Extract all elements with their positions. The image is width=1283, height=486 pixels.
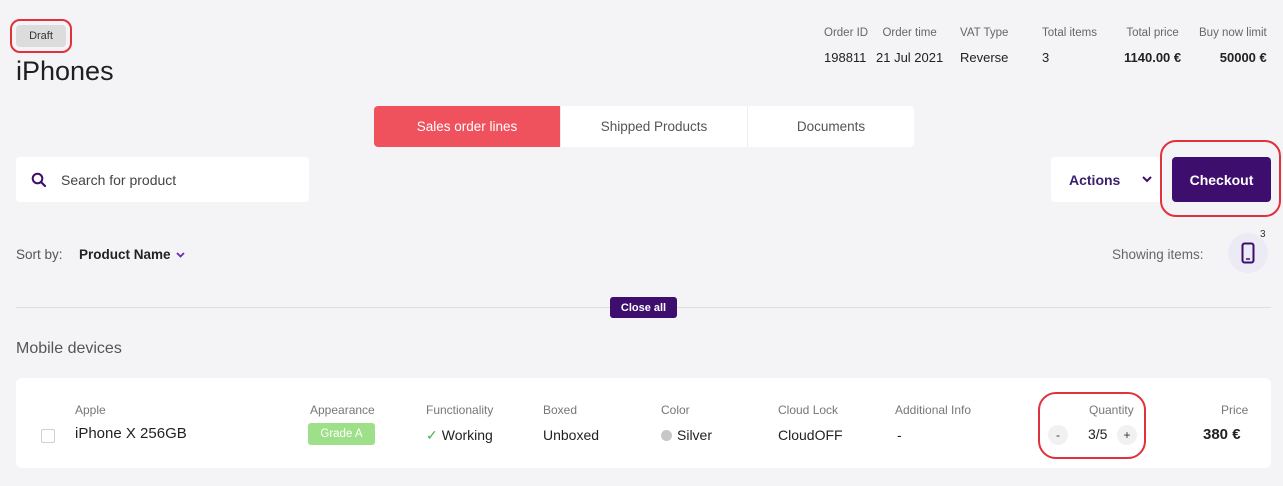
brand-label: Apple: [75, 403, 106, 417]
color-value: Silver: [661, 427, 712, 443]
showing-items-count: 3: [1260, 229, 1266, 240]
search-input[interactable]: [61, 171, 281, 188]
total-price: Total price 1140.00 €: [1124, 27, 1181, 65]
buy-now-limit-label: Buy now limit: [1199, 27, 1267, 39]
chevron-down-icon: [175, 251, 185, 258]
page-title: iPhones: [16, 56, 114, 86]
showing-items-label: Showing items:: [1112, 247, 1204, 262]
boxed-label: Boxed: [543, 403, 578, 417]
order-id-label: Order ID: [824, 27, 869, 39]
buy-now-limit-value: 50000 €: [1219, 50, 1267, 65]
search-box: [16, 157, 309, 202]
product-name: iPhone X 256GB: [75, 425, 187, 442]
tab-sales-order-lines[interactable]: Sales order lines: [374, 106, 561, 147]
functionality-label: Functionality: [426, 403, 494, 417]
check-icon: ✓: [426, 427, 438, 443]
actions-dropdown[interactable]: Actions: [1051, 157, 1163, 202]
order-id-value: 198811: [824, 50, 867, 65]
total-items: Total items 3: [1042, 27, 1097, 65]
chevron-down-icon: [1142, 176, 1153, 183]
total-items-value: 3: [1042, 50, 1050, 65]
vat-type-label: VAT Type: [960, 27, 1009, 39]
section-title: Mobile devices: [16, 340, 122, 357]
appearance-label: Appearance: [310, 403, 375, 417]
sort-label: Sort by:: [16, 247, 63, 262]
functionality-text: Working: [441, 427, 493, 443]
quantity-value: 3/5: [1088, 426, 1108, 442]
order-time-label: Order time: [882, 27, 937, 39]
functionality-value: ✓ Working: [426, 427, 493, 444]
quantity-label: Quantity: [1089, 403, 1134, 417]
close-all-button[interactable]: Close all: [610, 297, 677, 318]
product-checkbox[interactable]: [41, 429, 55, 443]
sort-value: Product Name: [79, 247, 171, 262]
boxed-value: Unboxed: [543, 427, 600, 443]
vat-type: VAT Type Reverse: [960, 27, 1008, 65]
tab-documents[interactable]: Documents: [748, 106, 914, 147]
additional-info-value: -: [897, 427, 902, 443]
mobile-phone-icon: [1241, 242, 1255, 264]
total-price-label: Total price: [1126, 27, 1179, 39]
total-price-value: 1140.00 €: [1124, 50, 1182, 65]
color-swatch: [661, 430, 672, 441]
order-time: Order time 21 Jul 2021: [876, 27, 943, 65]
cloud-lock-value: CloudOFF: [778, 427, 843, 443]
actions-label: Actions: [1069, 171, 1121, 188]
quantity-decrease-button[interactable]: -: [1048, 425, 1068, 445]
status-badge: Draft: [16, 25, 66, 47]
price-value: 380 €: [1203, 426, 1241, 443]
total-items-label: Total items: [1042, 27, 1097, 39]
checkout-button[interactable]: Checkout: [1172, 157, 1271, 202]
cloud-lock-label: Cloud Lock: [778, 403, 839, 417]
additional-info-label: Additional Info: [895, 403, 972, 417]
quantity-increase-button[interactable]: +: [1117, 425, 1137, 445]
order-time-value: 21 Jul 2021: [876, 50, 944, 65]
sort-dropdown[interactable]: Product Name: [79, 247, 185, 262]
tab-shipped-products[interactable]: Shipped Products: [561, 106, 748, 147]
vat-type-value: Reverse: [960, 50, 1009, 65]
color-text: Silver: [677, 427, 713, 443]
grade-badge: Grade A: [308, 423, 375, 445]
search-icon: [31, 172, 47, 188]
color-label: Color: [661, 403, 690, 417]
price-label: Price: [1221, 403, 1249, 417]
product-row: [16, 378, 1271, 468]
tab-bar: Sales order lines Shipped Products Docum…: [374, 106, 914, 147]
buy-now-limit: Buy now limit 50000 €: [1199, 27, 1267, 65]
order-id: Order ID 198811: [824, 27, 868, 65]
